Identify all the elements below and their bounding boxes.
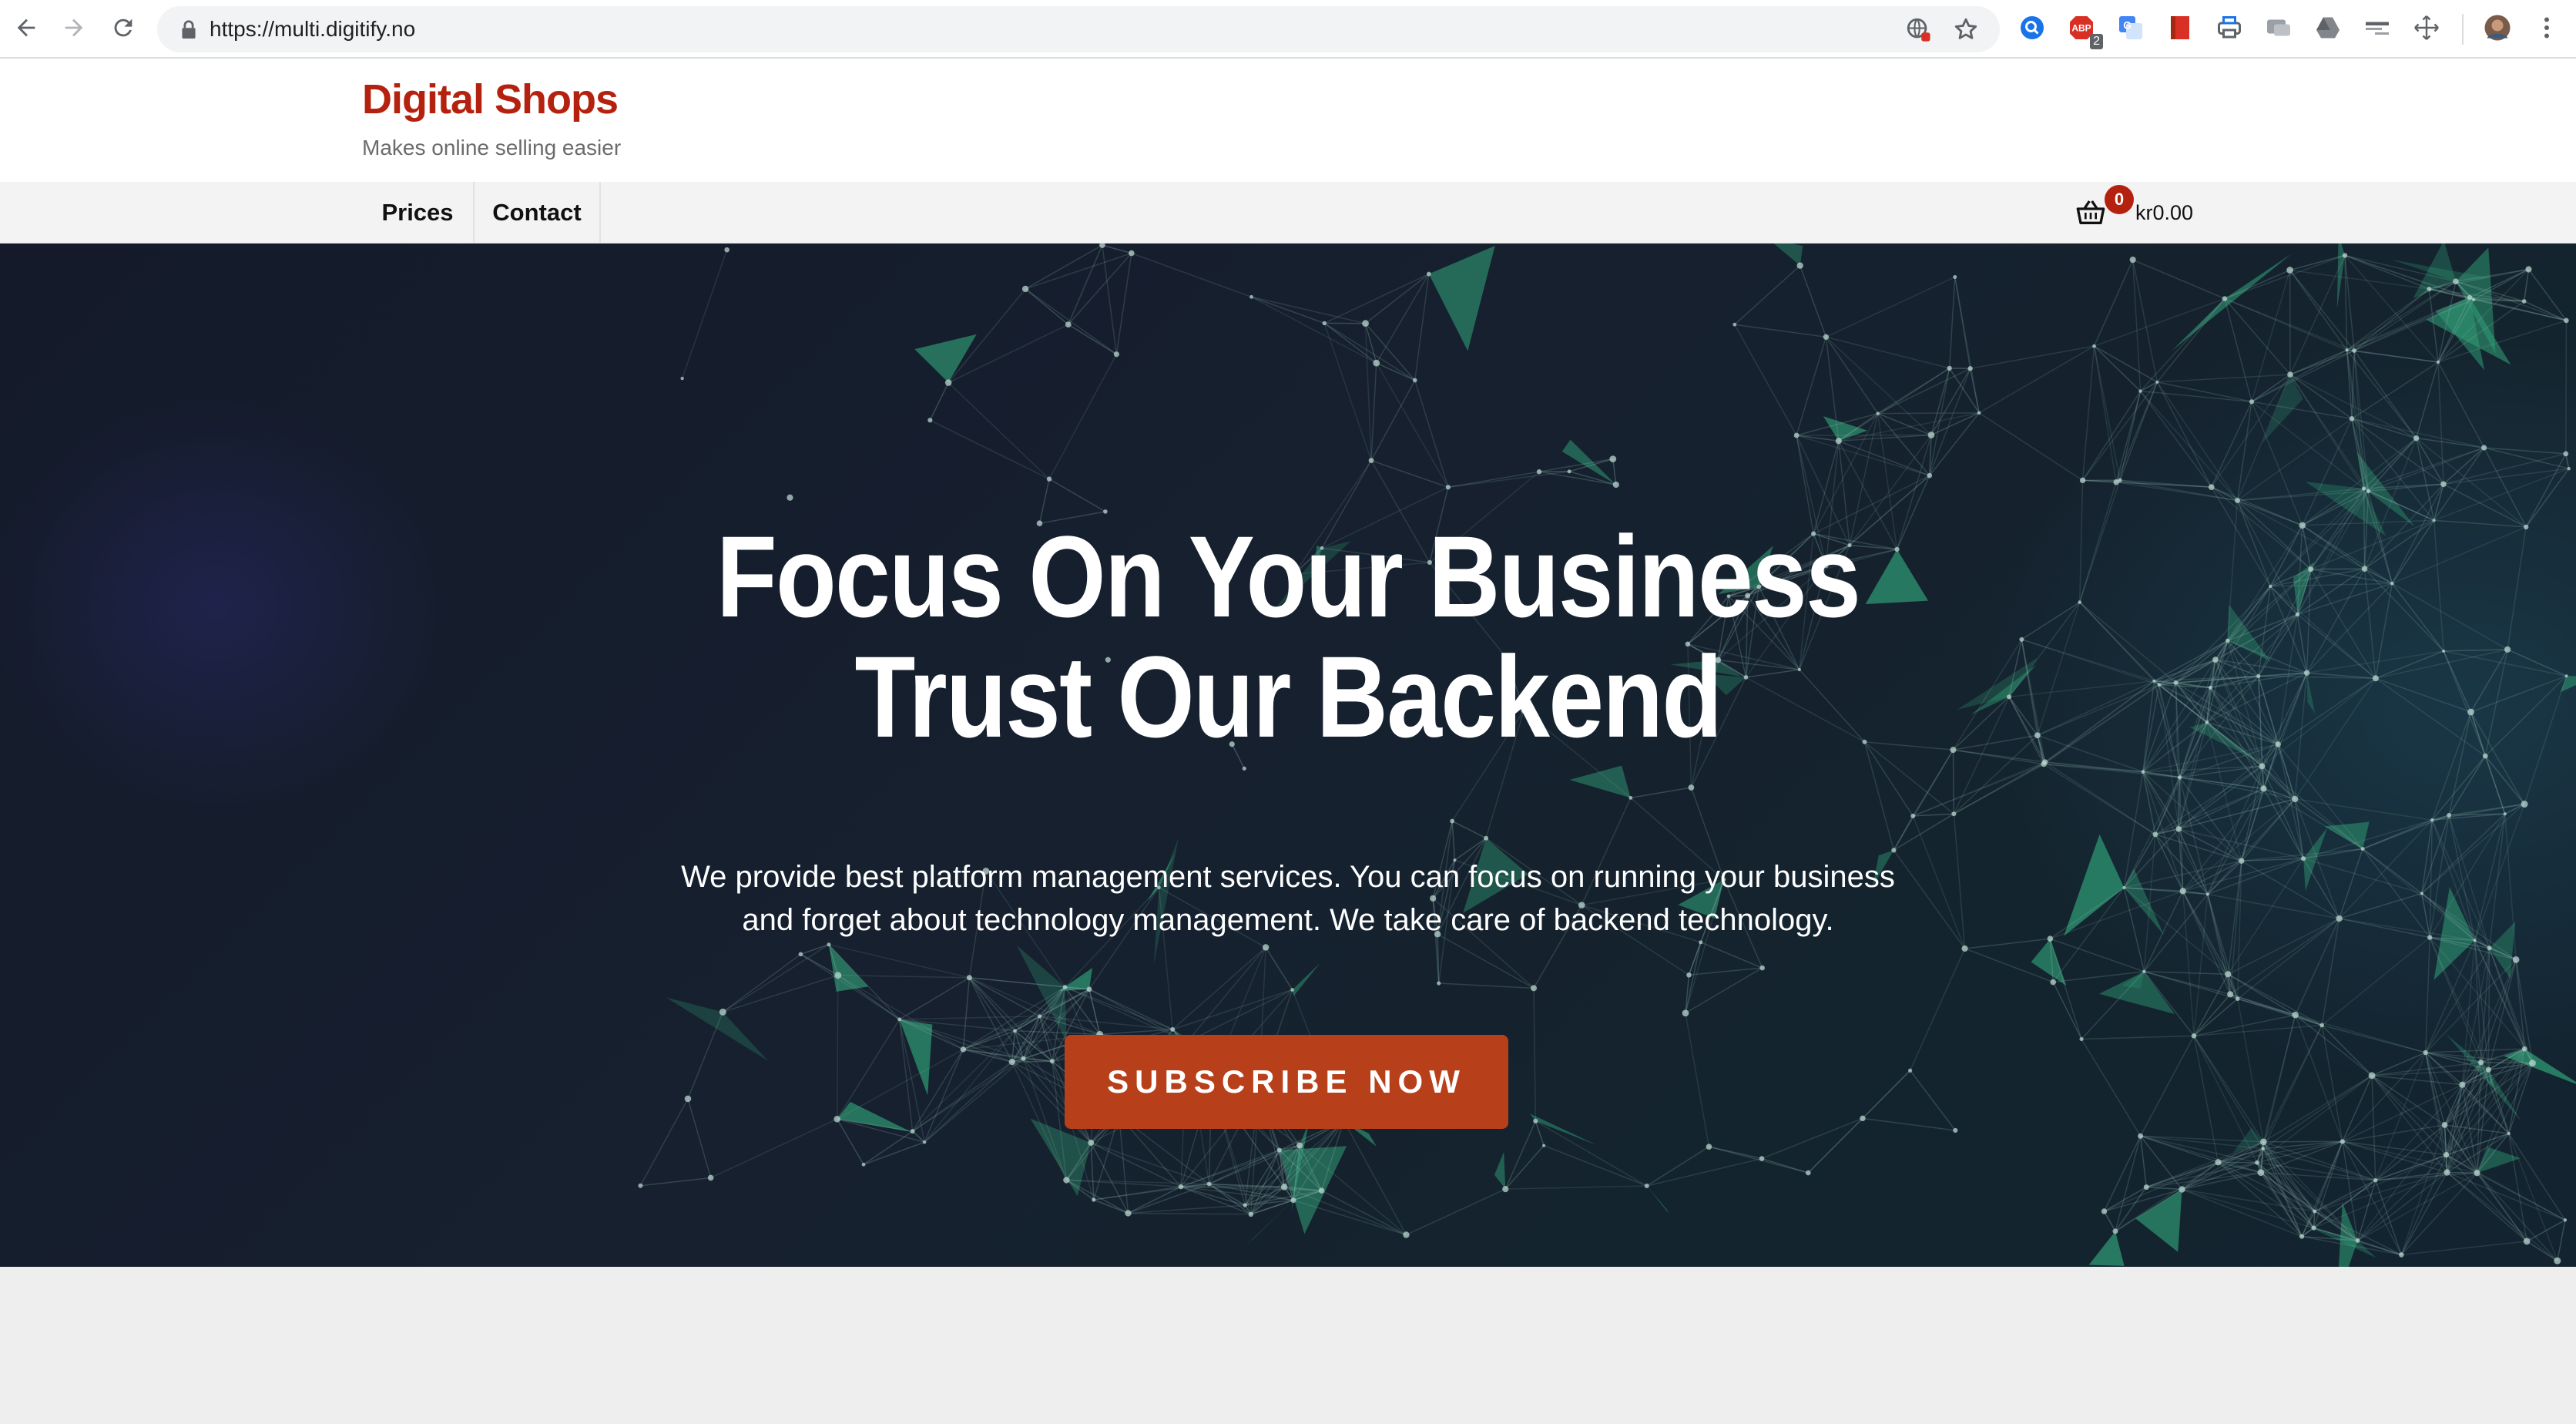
toolbar-divider — [2462, 14, 2464, 45]
shopping-basket-icon — [2076, 200, 2105, 224]
reload-button[interactable] — [106, 11, 140, 45]
cart-count-badge: 0 — [2105, 185, 2134, 214]
svg-text:ABP: ABP — [2071, 23, 2091, 34]
nav-item-prices[interactable]: Prices — [362, 182, 475, 243]
browser-toolbar: https://multi.digitify.no ABP 2 G — [0, 0, 2576, 59]
adblock-extension-icon[interactable]: ABP 2 — [2066, 12, 2103, 49]
url-text[interactable]: https://multi.digitify.no — [210, 6, 415, 52]
back-arrow-icon — [17, 18, 35, 37]
red-bookmark-extension-icon[interactable] — [2165, 12, 2195, 43]
forward-arrow-icon — [65, 18, 83, 37]
quick-search-extension-icon[interactable] — [2017, 12, 2048, 43]
site-title[interactable]: Digital Shops — [362, 76, 619, 123]
print-extension-icon[interactable] — [2214, 12, 2245, 43]
reload-icon — [114, 18, 132, 37]
bookmark-star-icon[interactable] — [1950, 14, 1981, 45]
profile-avatar[interactable] — [2482, 12, 2513, 43]
hero-description: We provide best platform management serv… — [0, 855, 2576, 942]
screen-capture-extension-icon[interactable] — [2263, 12, 2294, 43]
main-navigation: Prices Contact 0 kr0.00 — [0, 182, 2576, 243]
hero-description-line-1: We provide best platform management serv… — [681, 860, 1895, 894]
hero-headline-line-2: Trust Our Backend — [854, 632, 1723, 761]
hero-headline-line-1: Focus On Your Business — [716, 512, 1861, 641]
dictionary-extension-icon[interactable] — [2362, 12, 2393, 43]
hero-banner: Focus On Your Business Trust Our Backend… — [0, 243, 2576, 1267]
content-area — [0, 1267, 2576, 1424]
browser-menu-icon[interactable] — [2531, 12, 2562, 43]
hero-description-line-2: and forget about technology management. … — [742, 903, 1834, 937]
google-translate-extension-icon[interactable]: G — [2115, 12, 2146, 43]
translate-page-icon[interactable] — [1903, 14, 1934, 45]
address-bar[interactable]: https://multi.digitify.no — [157, 6, 2000, 52]
site-header: Digital Shops Makes online selling easie… — [0, 59, 2576, 182]
move-extension-icon[interactable] — [2411, 12, 2442, 43]
cart-total: kr0.00 — [2135, 201, 2194, 224]
site-tagline: Makes online selling easier — [362, 136, 622, 160]
svg-text:G: G — [2123, 20, 2132, 32]
nav-item-contact[interactable]: Contact — [475, 182, 601, 243]
adblock-badge: 2 — [2090, 34, 2103, 49]
back-button[interactable] — [9, 11, 43, 45]
drive-extension-icon[interactable] — [2313, 12, 2343, 43]
subscribe-now-button[interactable]: SUBSCRIBE NOW — [1065, 1035, 1508, 1129]
lock-icon — [182, 20, 196, 39]
forward-button[interactable] — [57, 11, 91, 45]
hero-headline: Focus On Your Business Trust Our Backend — [180, 516, 2396, 757]
